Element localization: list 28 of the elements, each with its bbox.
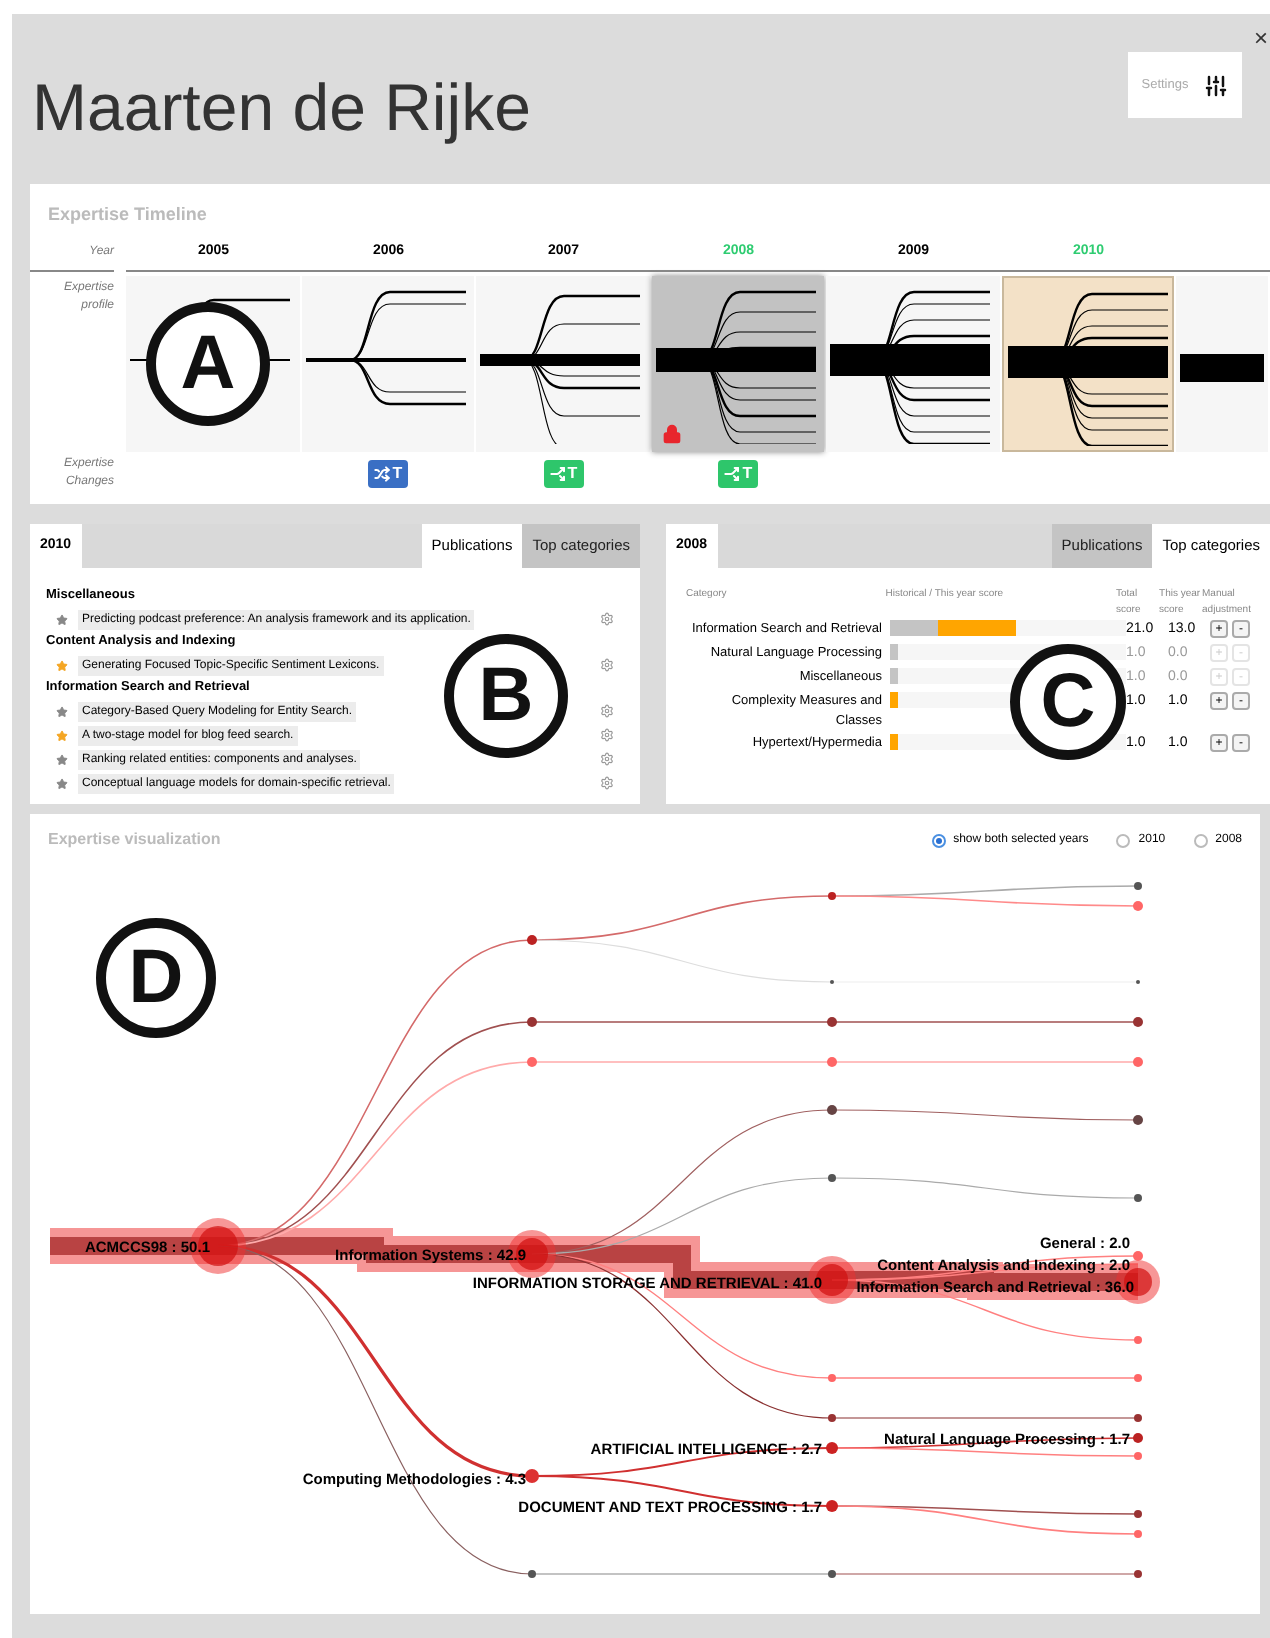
- split-icon: [724, 466, 741, 482]
- profile-cell[interactable]: [1176, 276, 1268, 452]
- split-icon: [549, 466, 566, 482]
- settings-icon[interactable]: [600, 658, 614, 672]
- star-icon[interactable]: [56, 777, 68, 789]
- lock-icon[interactable]: [661, 424, 681, 444]
- settings-icon[interactable]: [600, 704, 614, 718]
- annotation-marker: B: [444, 634, 568, 758]
- close-button[interactable]: ×: [1253, 26, 1268, 50]
- expertise-profile-drawing: [1180, 354, 1264, 382]
- panel-title: Expertise visualization: [48, 828, 221, 852]
- settings-icon[interactable]: [600, 728, 614, 742]
- profile-cell[interactable]: A: [126, 276, 299, 452]
- star-icon[interactable]: [56, 705, 68, 717]
- annotation-marker: D: [96, 918, 216, 1038]
- star-icon[interactable]: [56, 729, 68, 741]
- star-icon[interactable]: [56, 753, 68, 765]
- star-icon[interactable]: [56, 659, 68, 671]
- settings-icon[interactable]: [600, 612, 614, 626]
- annotation-marker: A: [146, 302, 270, 426]
- change-badge[interactable]: T: [368, 460, 409, 488]
- page-title: Maarten de Rijke: [32, 67, 531, 148]
- shuffle-icon: [374, 466, 391, 482]
- panel-title: Expertise Timeline: [46, 202, 209, 228]
- sliders-icon: [1204, 73, 1229, 97]
- star-icon[interactable]: [56, 613, 68, 625]
- settings-icon[interactable]: [600, 776, 614, 790]
- settings-icon[interactable]: [600, 752, 614, 766]
